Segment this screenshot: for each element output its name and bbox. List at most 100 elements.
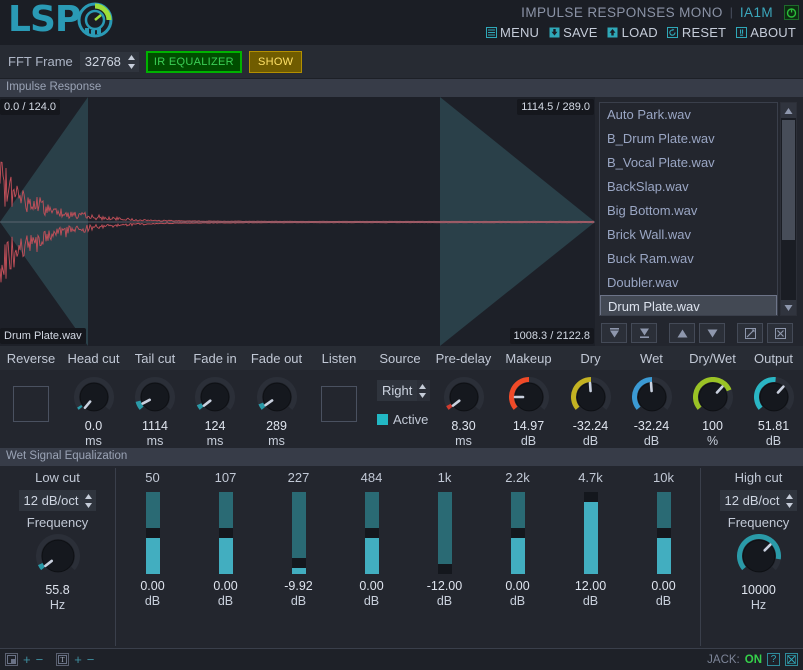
scrollbar-track[interactable]: [781, 118, 796, 301]
file-list-item[interactable]: B_Drum Plate.wav: [600, 127, 777, 151]
tab-tail-cut[interactable]: Tail cut: [125, 346, 185, 370]
reset-button[interactable]: RESET: [667, 25, 726, 40]
low-cut-slope-arrows-icon[interactable]: [83, 490, 96, 511]
fade-in-knob[interactable]: [195, 377, 235, 417]
tab-output[interactable]: Output: [743, 346, 803, 370]
file-list-item[interactable]: Drum Plate.wav: [600, 295, 777, 316]
save-button[interactable]: SAVE: [548, 25, 598, 40]
dry-knob[interactable]: [570, 377, 611, 417]
scrollbar-thumb[interactable]: [782, 120, 795, 241]
help-icon[interactable]: ?: [767, 653, 780, 666]
up-icon[interactable]: [669, 323, 695, 344]
last-icon[interactable]: [631, 323, 657, 344]
tab-dry[interactable]: Dry: [560, 346, 621, 370]
eq-band-unit: dB: [509, 594, 526, 608]
down-icon[interactable]: [699, 323, 725, 344]
eq-band-slider[interactable]: [656, 492, 671, 574]
window-scale-minus[interactable]: −: [36, 653, 44, 666]
eq-band: 107 0.00 dB: [189, 470, 262, 648]
font-scale-plus[interactable]: +: [74, 653, 82, 666]
eq-slider-handle[interactable]: [145, 528, 160, 538]
menu-button[interactable]: MENU: [485, 25, 539, 40]
scroll-up-button[interactable]: [781, 103, 796, 118]
tab-fade-in[interactable]: Fade in: [185, 346, 245, 370]
low-cut-slope-value: 12 dB/oct: [23, 493, 79, 508]
ir-equalizer-button[interactable]: IR EQUALIZER: [145, 50, 242, 73]
eq-band-slider[interactable]: [291, 492, 306, 574]
load-button[interactable]: LOAD: [607, 25, 658, 40]
eq-slider-handle[interactable]: [364, 528, 379, 538]
dry-wet-knob[interactable]: [692, 377, 733, 417]
tab-wet[interactable]: Wet: [621, 346, 682, 370]
tag-file-name: Drum Plate.wav: [0, 328, 86, 344]
scroll-down-button[interactable]: [781, 300, 796, 316]
low-cut-slope-select[interactable]: 12 dB/oct: [18, 490, 97, 511]
power-icon[interactable]: [784, 4, 799, 20]
listen-checkbox-box[interactable]: [321, 386, 357, 422]
listen-checkbox[interactable]: [308, 370, 370, 448]
stepper-arrows-icon[interactable]: [126, 52, 139, 72]
eq-slider-handle[interactable]: [656, 528, 671, 538]
eq-band-slider[interactable]: [437, 492, 452, 574]
resize-icon[interactable]: [785, 653, 798, 666]
eq-band-slider[interactable]: [218, 492, 233, 574]
source-select-arrows-icon[interactable]: [417, 380, 430, 401]
window-scale-icon[interactable]: [5, 653, 18, 666]
eq-slider-lower-track: [510, 538, 525, 574]
reload-icon[interactable]: [737, 323, 763, 344]
clear-icon[interactable]: [767, 323, 793, 344]
tail-cut-knob[interactable]: [135, 377, 175, 417]
font-scale-minus[interactable]: −: [87, 653, 95, 666]
eq-slider-handle[interactable]: [218, 528, 233, 538]
file-list[interactable]: Auto Park.wav B_Drum Plate.wav B_Vocal Pla…: [599, 102, 778, 317]
file-list-item[interactable]: Doubler.wav: [600, 271, 777, 295]
reverse-checkbox-box[interactable]: [13, 386, 49, 422]
low-cut-frequency-knob[interactable]: [35, 534, 80, 578]
eq-slider-handle[interactable]: [291, 557, 306, 568]
first-icon[interactable]: [601, 323, 627, 344]
file-list-scrollbar[interactable]: [780, 102, 797, 317]
font-scale-icon[interactable]: T: [56, 653, 70, 666]
eq-band-slider[interactable]: [583, 492, 598, 574]
status-left: + − T + −: [5, 653, 94, 666]
eq-band-unit: dB: [436, 594, 453, 608]
eq-slider-handle[interactable]: [583, 492, 598, 502]
high-cut-frequency-knob[interactable]: [736, 534, 781, 578]
file-list-item[interactable]: Big Bottom.wav: [600, 199, 777, 223]
tab-makeup[interactable]: Makeup: [497, 346, 560, 370]
tab-listen[interactable]: Listen: [308, 346, 370, 370]
eq-band-slider[interactable]: [364, 492, 379, 574]
window-scale-plus[interactable]: +: [23, 653, 31, 666]
source-select[interactable]: Right: [377, 380, 431, 401]
fade-out-knob[interactable]: [256, 377, 297, 417]
eq-band-slider[interactable]: [145, 492, 160, 574]
tab-head-cut[interactable]: Head cut: [62, 346, 125, 370]
wet-knob[interactable]: [631, 377, 672, 417]
impulse-response-graph[interactable]: 0.0 / 124.0 1114.5 / 289.0 Drum Plate.wa…: [0, 97, 595, 346]
eq-slider-lower-track: [291, 567, 306, 574]
eq-slider-handle[interactable]: [437, 564, 452, 574]
eq-band-slider[interactable]: [510, 492, 525, 574]
active-toggle[interactable]: Active: [377, 412, 428, 427]
eq-slider-handle[interactable]: [510, 528, 525, 538]
file-list-item[interactable]: Brick Wall.wav: [600, 223, 777, 247]
makeup-knob[interactable]: [508, 377, 549, 417]
high-cut-slope-arrows-icon[interactable]: [784, 490, 797, 511]
file-list-item[interactable]: B_Vocal Plate.wav: [600, 151, 777, 175]
about-button[interactable]: ABOUT: [735, 25, 796, 40]
head-cut-knob[interactable]: [73, 377, 114, 417]
reverse-checkbox[interactable]: [0, 370, 62, 448]
pre-delay-knob[interactable]: [443, 377, 484, 417]
tab-pre-delay[interactable]: Pre-delay: [430, 346, 497, 370]
fft-frame-stepper[interactable]: 32768: [79, 51, 139, 72]
tab-reverse[interactable]: Reverse: [0, 346, 62, 370]
file-list-item[interactable]: Buck Ram.wav: [600, 247, 777, 271]
high-cut-slope-select[interactable]: 12 dB/oct: [719, 490, 798, 511]
file-list-item[interactable]: Auto Park.wav: [600, 103, 777, 127]
tab-source[interactable]: Source: [370, 346, 430, 370]
tab-fade-out[interactable]: Fade out: [245, 346, 308, 370]
show-button[interactable]: SHOW: [248, 50, 303, 73]
output-knob[interactable]: [753, 377, 794, 417]
tab-dry-wet[interactable]: Dry/Wet: [682, 346, 743, 370]
file-list-item[interactable]: BackSlap.wav: [600, 175, 777, 199]
